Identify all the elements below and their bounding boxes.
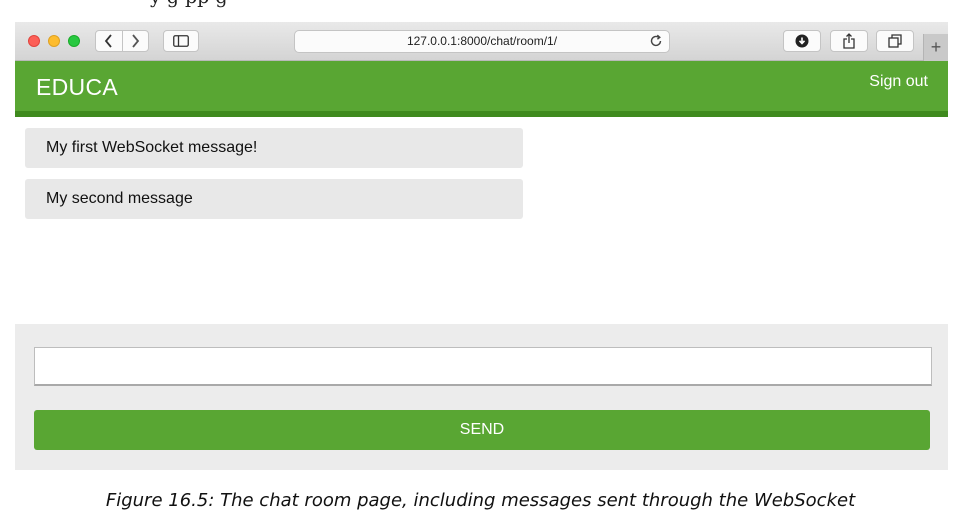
new-tab-button[interactable]: +: [923, 34, 948, 61]
tabs-overview-icon: [888, 34, 902, 48]
chevron-left-icon: [104, 34, 112, 48]
address-bar[interactable]: 127.0.0.1:8000/chat/room/1/: [294, 30, 670, 53]
sidebar-icon: [173, 35, 189, 47]
site-header: EDUCA Sign out: [15, 61, 948, 117]
chat-message: My second message: [25, 179, 523, 219]
chat-message-input[interactable]: [34, 347, 932, 386]
tab-overview-button[interactable]: [876, 30, 914, 52]
site-logo[interactable]: EDUCA: [36, 74, 118, 101]
send-button[interactable]: SEND: [34, 410, 930, 450]
sign-out-link[interactable]: Sign out: [869, 73, 928, 91]
url-text: 127.0.0.1:8000/chat/room/1/: [406, 34, 558, 48]
close-window-button[interactable]: [28, 35, 40, 47]
minimize-window-button[interactable]: [48, 35, 60, 47]
browser-toolbar: 127.0.0.1:8000/chat/room/1/ +: [15, 22, 948, 61]
chat-input-area: SEND: [15, 324, 948, 470]
figure-caption: Figure 16.5: The chat room page, includi…: [105, 490, 856, 511]
chat-message: My first WebSocket message!: [25, 128, 523, 168]
reload-icon[interactable]: [649, 34, 663, 48]
downloads-button[interactable]: [783, 30, 821, 52]
download-icon: [795, 34, 809, 48]
share-button[interactable]: [830, 30, 868, 52]
forward-button[interactable]: [121, 31, 149, 51]
share-icon: [843, 33, 855, 49]
sidebar-toggle-button[interactable]: [163, 30, 199, 52]
zoom-window-button[interactable]: [68, 35, 80, 47]
back-button[interactable]: [96, 31, 122, 51]
browser-window: 127.0.0.1:8000/chat/room/1/ + EDUCA Sign…: [15, 22, 948, 470]
chat-messages: My first WebSocket message! My second me…: [25, 128, 523, 230]
chevron-right-icon: [132, 34, 140, 48]
cropped-page-text: y g pp g: [150, 0, 228, 8]
navigation-buttons: [95, 30, 149, 52]
